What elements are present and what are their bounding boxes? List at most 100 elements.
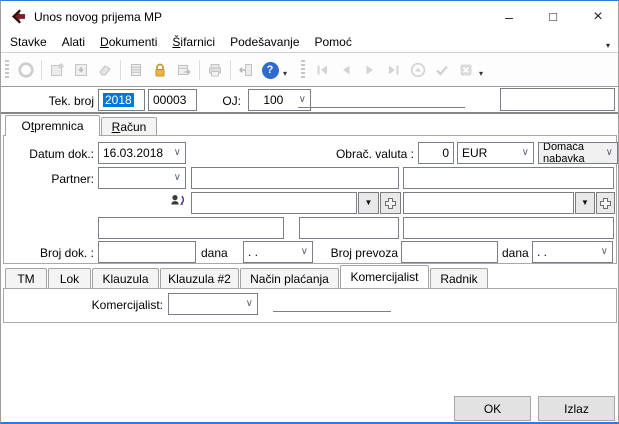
printer-icon bbox=[206, 61, 224, 79]
cancel-button[interactable] bbox=[454, 58, 478, 82]
detail-field-3[interactable] bbox=[403, 217, 614, 239]
tek-broj-number-input[interactable]: 00003 bbox=[148, 89, 197, 111]
obrac-valuta-label: Obrač. valuta : bbox=[311, 147, 414, 161]
refresh-circle-button[interactable] bbox=[14, 58, 38, 82]
detail-field-2[interactable] bbox=[299, 217, 399, 239]
checkmark-icon bbox=[433, 61, 451, 79]
header-underline-field[interactable] bbox=[298, 89, 465, 108]
broj-dok-date-combobox[interactable]: . .∨ bbox=[243, 241, 313, 263]
previous-record-icon bbox=[337, 61, 355, 79]
menu-overflow-icon[interactable]: ▾ bbox=[606, 41, 610, 50]
komercijalist-label: Komercijalist: bbox=[81, 298, 163, 312]
app-logo-icon bbox=[10, 8, 27, 25]
table-arrow-icon bbox=[175, 61, 193, 79]
table-export-button[interactable] bbox=[172, 58, 196, 82]
menu-item-alati[interactable]: Alati bbox=[62, 35, 85, 49]
lookup-combobox-1[interactable] bbox=[191, 192, 357, 214]
dana-label: dana bbox=[502, 246, 532, 260]
window-title: Unos novog prijema MP bbox=[34, 10, 162, 24]
broj-dok-label: Broj dok. : bbox=[26, 246, 94, 260]
close-icon: × bbox=[593, 8, 602, 26]
dana-label: dana bbox=[201, 246, 238, 260]
valuta-amount-input[interactable]: 0 bbox=[418, 142, 454, 164]
komercijalist-combobox[interactable]: ∨ bbox=[168, 293, 258, 315]
chevron-down-icon: ∨ bbox=[606, 148, 613, 158]
tab-radnik[interactable]: Radnik bbox=[430, 268, 488, 288]
next-record-button[interactable] bbox=[358, 58, 382, 82]
document-list-button[interactable] bbox=[124, 58, 148, 82]
chevron-down-icon: ∨ bbox=[174, 148, 181, 158]
menu-item-sifarnici[interactable]: Šifarnici bbox=[172, 35, 215, 49]
menu-item-dokumenti[interactable]: Dokumenti bbox=[100, 35, 157, 49]
toolbar-drag-handle[interactable] bbox=[5, 60, 9, 80]
person-lookup-icon[interactable] bbox=[169, 193, 187, 209]
first-record-icon bbox=[313, 61, 331, 79]
maximize-button[interactable]: □ bbox=[534, 1, 572, 32]
plus-icon bbox=[599, 197, 612, 210]
partner-label: Partner: bbox=[31, 172, 94, 186]
tab-klauzula-2[interactable]: Klauzula #2 bbox=[160, 268, 239, 288]
add-button-1[interactable] bbox=[380, 192, 401, 214]
oj-label: OJ: bbox=[209, 94, 241, 108]
next-record-icon bbox=[361, 61, 379, 79]
toolbar-separator bbox=[120, 60, 121, 80]
titlebar: Unos novog prijema MP – □ × bbox=[1, 1, 618, 32]
confirm-button[interactable] bbox=[430, 58, 454, 82]
partner-name-field[interactable] bbox=[191, 167, 399, 189]
chevron-down-icon: ∨ bbox=[601, 247, 608, 257]
tab-otpremnica[interactable]: Otpremnica bbox=[5, 115, 100, 136]
ok-button[interactable]: OK bbox=[454, 396, 531, 421]
close-button[interactable]: × bbox=[578, 1, 618, 32]
izlaz-button[interactable]: Izlaz bbox=[538, 396, 615, 421]
chevron-down-icon: ∨ bbox=[174, 173, 181, 183]
tab-nacin-placanja[interactable]: Način plaćanja bbox=[240, 268, 339, 288]
tab-klauzula[interactable]: Klauzula bbox=[92, 268, 159, 288]
menubar: Stavke Alati Dokumenti Šifarnici Podešav… bbox=[1, 32, 618, 53]
tab-lok[interactable]: Lok bbox=[48, 268, 91, 288]
tek-broj-year-input[interactable]: 2018 bbox=[98, 89, 145, 111]
partner-combobox[interactable]: ∨ bbox=[98, 167, 186, 189]
help-icon: ? bbox=[262, 62, 279, 79]
toolbar-drag-handle[interactable] bbox=[301, 60, 305, 80]
broj-dok-input[interactable] bbox=[98, 241, 196, 263]
toolbar-separator bbox=[230, 60, 231, 80]
tab-racun[interactable]: Račun bbox=[101, 117, 157, 136]
exit-button[interactable] bbox=[234, 58, 258, 82]
minimize-button[interactable]: – bbox=[490, 1, 528, 32]
menu-item-stavke[interactable]: Stavke bbox=[10, 35, 47, 49]
print-button[interactable] bbox=[203, 58, 227, 82]
tab-tm[interactable]: TM bbox=[5, 268, 47, 288]
erase-button[interactable] bbox=[93, 58, 117, 82]
menu-item-podesavanje[interactable]: Podešavanje bbox=[230, 35, 299, 49]
previous-record-button[interactable] bbox=[334, 58, 358, 82]
lock-button[interactable] bbox=[148, 58, 172, 82]
menu-item-pomoc[interactable]: Pomoć bbox=[315, 35, 352, 49]
nabavka-type-combobox[interactable]: Domaća nabavka∨ bbox=[538, 142, 618, 164]
dropdown-button-1[interactable]: ▼ bbox=[358, 192, 379, 214]
note-pin-icon bbox=[48, 61, 66, 79]
toolbar-overflow-icon[interactable]: ▾ bbox=[283, 69, 287, 78]
toolbar-overflow-icon[interactable]: ▾ bbox=[479, 69, 483, 78]
first-record-button[interactable] bbox=[310, 58, 334, 82]
import-button[interactable] bbox=[69, 58, 93, 82]
chevron-down-icon: ∨ bbox=[301, 247, 308, 257]
partner-name2-field[interactable] bbox=[403, 167, 614, 189]
komercijalist-underline-field[interactable] bbox=[273, 293, 391, 312]
plus-icon bbox=[384, 197, 397, 210]
last-record-icon bbox=[385, 61, 403, 79]
detail-field-1[interactable] bbox=[98, 217, 284, 239]
help-button[interactable]: ? bbox=[258, 58, 282, 82]
header-right-field[interactable] bbox=[500, 88, 615, 111]
add-button-2[interactable] bbox=[596, 192, 615, 214]
note-pin-button[interactable] bbox=[45, 58, 69, 82]
tab-komercijalist[interactable]: Komercijalist bbox=[340, 265, 429, 288]
chevron-down-icon: ∨ bbox=[522, 148, 529, 158]
datum-dok-combobox[interactable]: 16.03.2018∨ bbox=[98, 142, 186, 164]
valuta-currency-combobox[interactable]: EUR∨ bbox=[457, 142, 534, 164]
dropdown-button-2[interactable]: ▼ bbox=[575, 192, 595, 214]
broj-prevoza-date-combobox[interactable]: . .∨ bbox=[532, 241, 613, 263]
broj-prevoza-input[interactable] bbox=[401, 241, 498, 263]
eject-button[interactable] bbox=[406, 58, 430, 82]
lookup-combobox-2[interactable] bbox=[403, 192, 574, 214]
last-record-button[interactable] bbox=[382, 58, 406, 82]
